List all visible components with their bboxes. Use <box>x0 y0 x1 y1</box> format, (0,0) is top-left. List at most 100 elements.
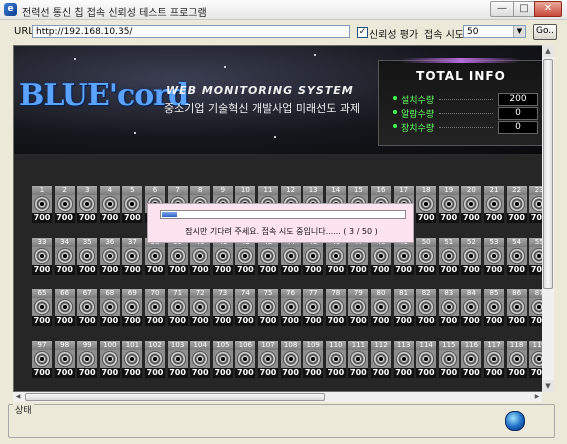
device-tile[interactable]: 97 700 <box>32 341 52 378</box>
device-tile[interactable]: 76 700 <box>280 289 301 326</box>
device-tile[interactable]: 118 700 <box>506 341 527 378</box>
device-tile[interactable]: 113 700 <box>393 341 414 378</box>
scroll-right-icon[interactable]: ▶ <box>532 392 542 402</box>
device-tile[interactable]: 34 700 <box>54 238 75 275</box>
scroll-down-icon[interactable]: ▼ <box>542 380 554 392</box>
chevron-down-icon[interactable]: ▼ <box>513 26 525 37</box>
device-tile[interactable]: 19 700 <box>438 186 459 223</box>
vertical-scrollbar[interactable]: ▲ ▼ <box>542 45 554 392</box>
device-tile[interactable]: 100 700 <box>99 341 120 378</box>
device-tile[interactable]: 1 700 <box>32 186 52 223</box>
device-tile[interactable]: 67 700 <box>77 289 98 326</box>
device-tile[interactable]: 48700 <box>371 238 391 275</box>
go-button[interactable]: Go.. <box>533 24 557 40</box>
device-tile[interactable]: 47700 <box>348 238 369 275</box>
device-tile[interactable]: 85 700 <box>484 289 504 326</box>
device-value: 700 <box>280 316 301 326</box>
device-tile[interactable]: 116 700 <box>461 341 482 378</box>
device-tile[interactable]: 65 700 <box>32 289 52 326</box>
device-tile[interactable]: 101 700 <box>122 341 143 378</box>
device-tile[interactable]: 42700 <box>235 238 256 275</box>
fan-icon <box>167 350 188 368</box>
device-tile[interactable]: 44700 <box>280 238 301 275</box>
device-tile[interactable]: 51 700 <box>438 238 459 275</box>
scroll-up-icon[interactable]: ▲ <box>542 45 554 57</box>
device-tile[interactable]: 106 700 <box>235 341 256 378</box>
device-tile[interactable]: 86 700 <box>506 289 527 326</box>
device-tile[interactable]: 83 700 <box>438 289 459 326</box>
device-tile[interactable]: 22 700 <box>506 186 527 223</box>
device-tile[interactable]: 18 700 <box>416 186 437 223</box>
maximize-button[interactable]: □ <box>513 1 535 17</box>
device-tile[interactable]: 35 700 <box>77 238 98 275</box>
url-input[interactable]: http://192.168.10.35/ <box>32 25 350 38</box>
scroll-left-icon[interactable]: ◀ <box>13 392 23 402</box>
device-tile[interactable]: 33 700 <box>32 238 52 275</box>
device-tile[interactable]: 43700 <box>258 238 278 275</box>
device-tile[interactable]: 77 700 <box>303 289 324 326</box>
device-tile[interactable]: 75 700 <box>258 289 278 326</box>
fan-icon <box>235 247 256 265</box>
device-tile[interactable]: 107 700 <box>258 341 278 378</box>
device-value: 700 <box>280 265 301 275</box>
device-tile[interactable]: 72 700 <box>190 289 211 326</box>
device-tile[interactable]: 110 700 <box>325 341 346 378</box>
device-tile[interactable]: 3 700 <box>77 186 98 223</box>
horizontal-scrollbar[interactable]: ◀ ▶ <box>13 392 542 402</box>
device-tile[interactable]: 79 700 <box>348 289 369 326</box>
device-tile[interactable]: 105 700 <box>212 341 233 378</box>
device-tile[interactable]: 38700 <box>145 238 165 275</box>
device-tile[interactable]: 82 700 <box>416 289 437 326</box>
device-tile[interactable]: 78 700 <box>325 289 346 326</box>
device-tile[interactable]: 45700 <box>303 238 324 275</box>
device-tile[interactable]: 81 700 <box>393 289 414 326</box>
divider <box>439 113 493 114</box>
device-tile[interactable]: 74 700 <box>235 289 256 326</box>
device-tile[interactable]: 54 700 <box>506 238 527 275</box>
device-tile[interactable]: 66 700 <box>54 289 75 326</box>
device-tile[interactable]: 117 700 <box>484 341 504 378</box>
device-tile[interactable]: 108 700 <box>280 341 301 378</box>
device-grid: 1700270037004700570067007700870097001070… <box>14 156 552 391</box>
device-tile[interactable]: 99 700 <box>77 341 98 378</box>
device-tile[interactable]: 98 700 <box>54 341 75 378</box>
device-tile[interactable]: 53 700 <box>484 238 504 275</box>
scroll-thumb[interactable] <box>25 393 325 401</box>
device-tile[interactable]: 80 700 <box>371 289 391 326</box>
reliability-checkbox[interactable]: ✓ <box>357 27 368 38</box>
device-tile[interactable]: 2 700 <box>54 186 75 223</box>
device-tile[interactable]: 5 700 <box>122 186 143 223</box>
device-tile[interactable]: 109 700 <box>303 341 324 378</box>
device-tile[interactable]: 84 700 <box>461 289 482 326</box>
device-tile[interactable]: 102 700 <box>145 341 165 378</box>
device-tile[interactable]: 37 700 <box>122 238 143 275</box>
device-tile[interactable]: 114 700 <box>416 341 437 378</box>
device-tile[interactable]: 71 700 <box>167 289 188 326</box>
device-tile[interactable]: 73 700 <box>212 289 233 326</box>
device-tile[interactable]: 103 700 <box>167 341 188 378</box>
device-tile[interactable]: 36 700 <box>99 238 120 275</box>
device-tile[interactable]: 111 700 <box>348 341 369 378</box>
attempts-select[interactable]: 50 ▼ <box>463 25 526 38</box>
device-tile[interactable]: 21 700 <box>484 186 504 223</box>
device-tile[interactable]: 50 700 <box>416 238 437 275</box>
device-tile[interactable]: 39700 <box>167 238 188 275</box>
device-tile[interactable]: 49700 <box>393 238 414 275</box>
device-tile[interactable]: 115 700 <box>438 341 459 378</box>
device-value: 700 <box>416 316 437 326</box>
close-button[interactable]: ✕ <box>534 1 562 17</box>
device-value: 700 <box>438 213 459 223</box>
scroll-thumb[interactable] <box>543 59 553 289</box>
device-tile[interactable]: 52 700 <box>461 238 482 275</box>
device-tile[interactable]: 40700 <box>190 238 211 275</box>
device-tile[interactable]: 20 700 <box>461 186 482 223</box>
device-tile[interactable]: 68 700 <box>99 289 120 326</box>
device-tile[interactable]: 70 700 <box>145 289 165 326</box>
device-tile[interactable]: 46700 <box>325 238 346 275</box>
device-tile[interactable]: 104 700 <box>190 341 211 378</box>
device-tile[interactable]: 112 700 <box>371 341 391 378</box>
device-tile[interactable]: 69 700 <box>122 289 143 326</box>
minimize-button[interactable]: — <box>490 1 514 17</box>
device-tile[interactable]: 41700 <box>212 238 233 275</box>
device-tile[interactable]: 4 700 <box>99 186 120 223</box>
